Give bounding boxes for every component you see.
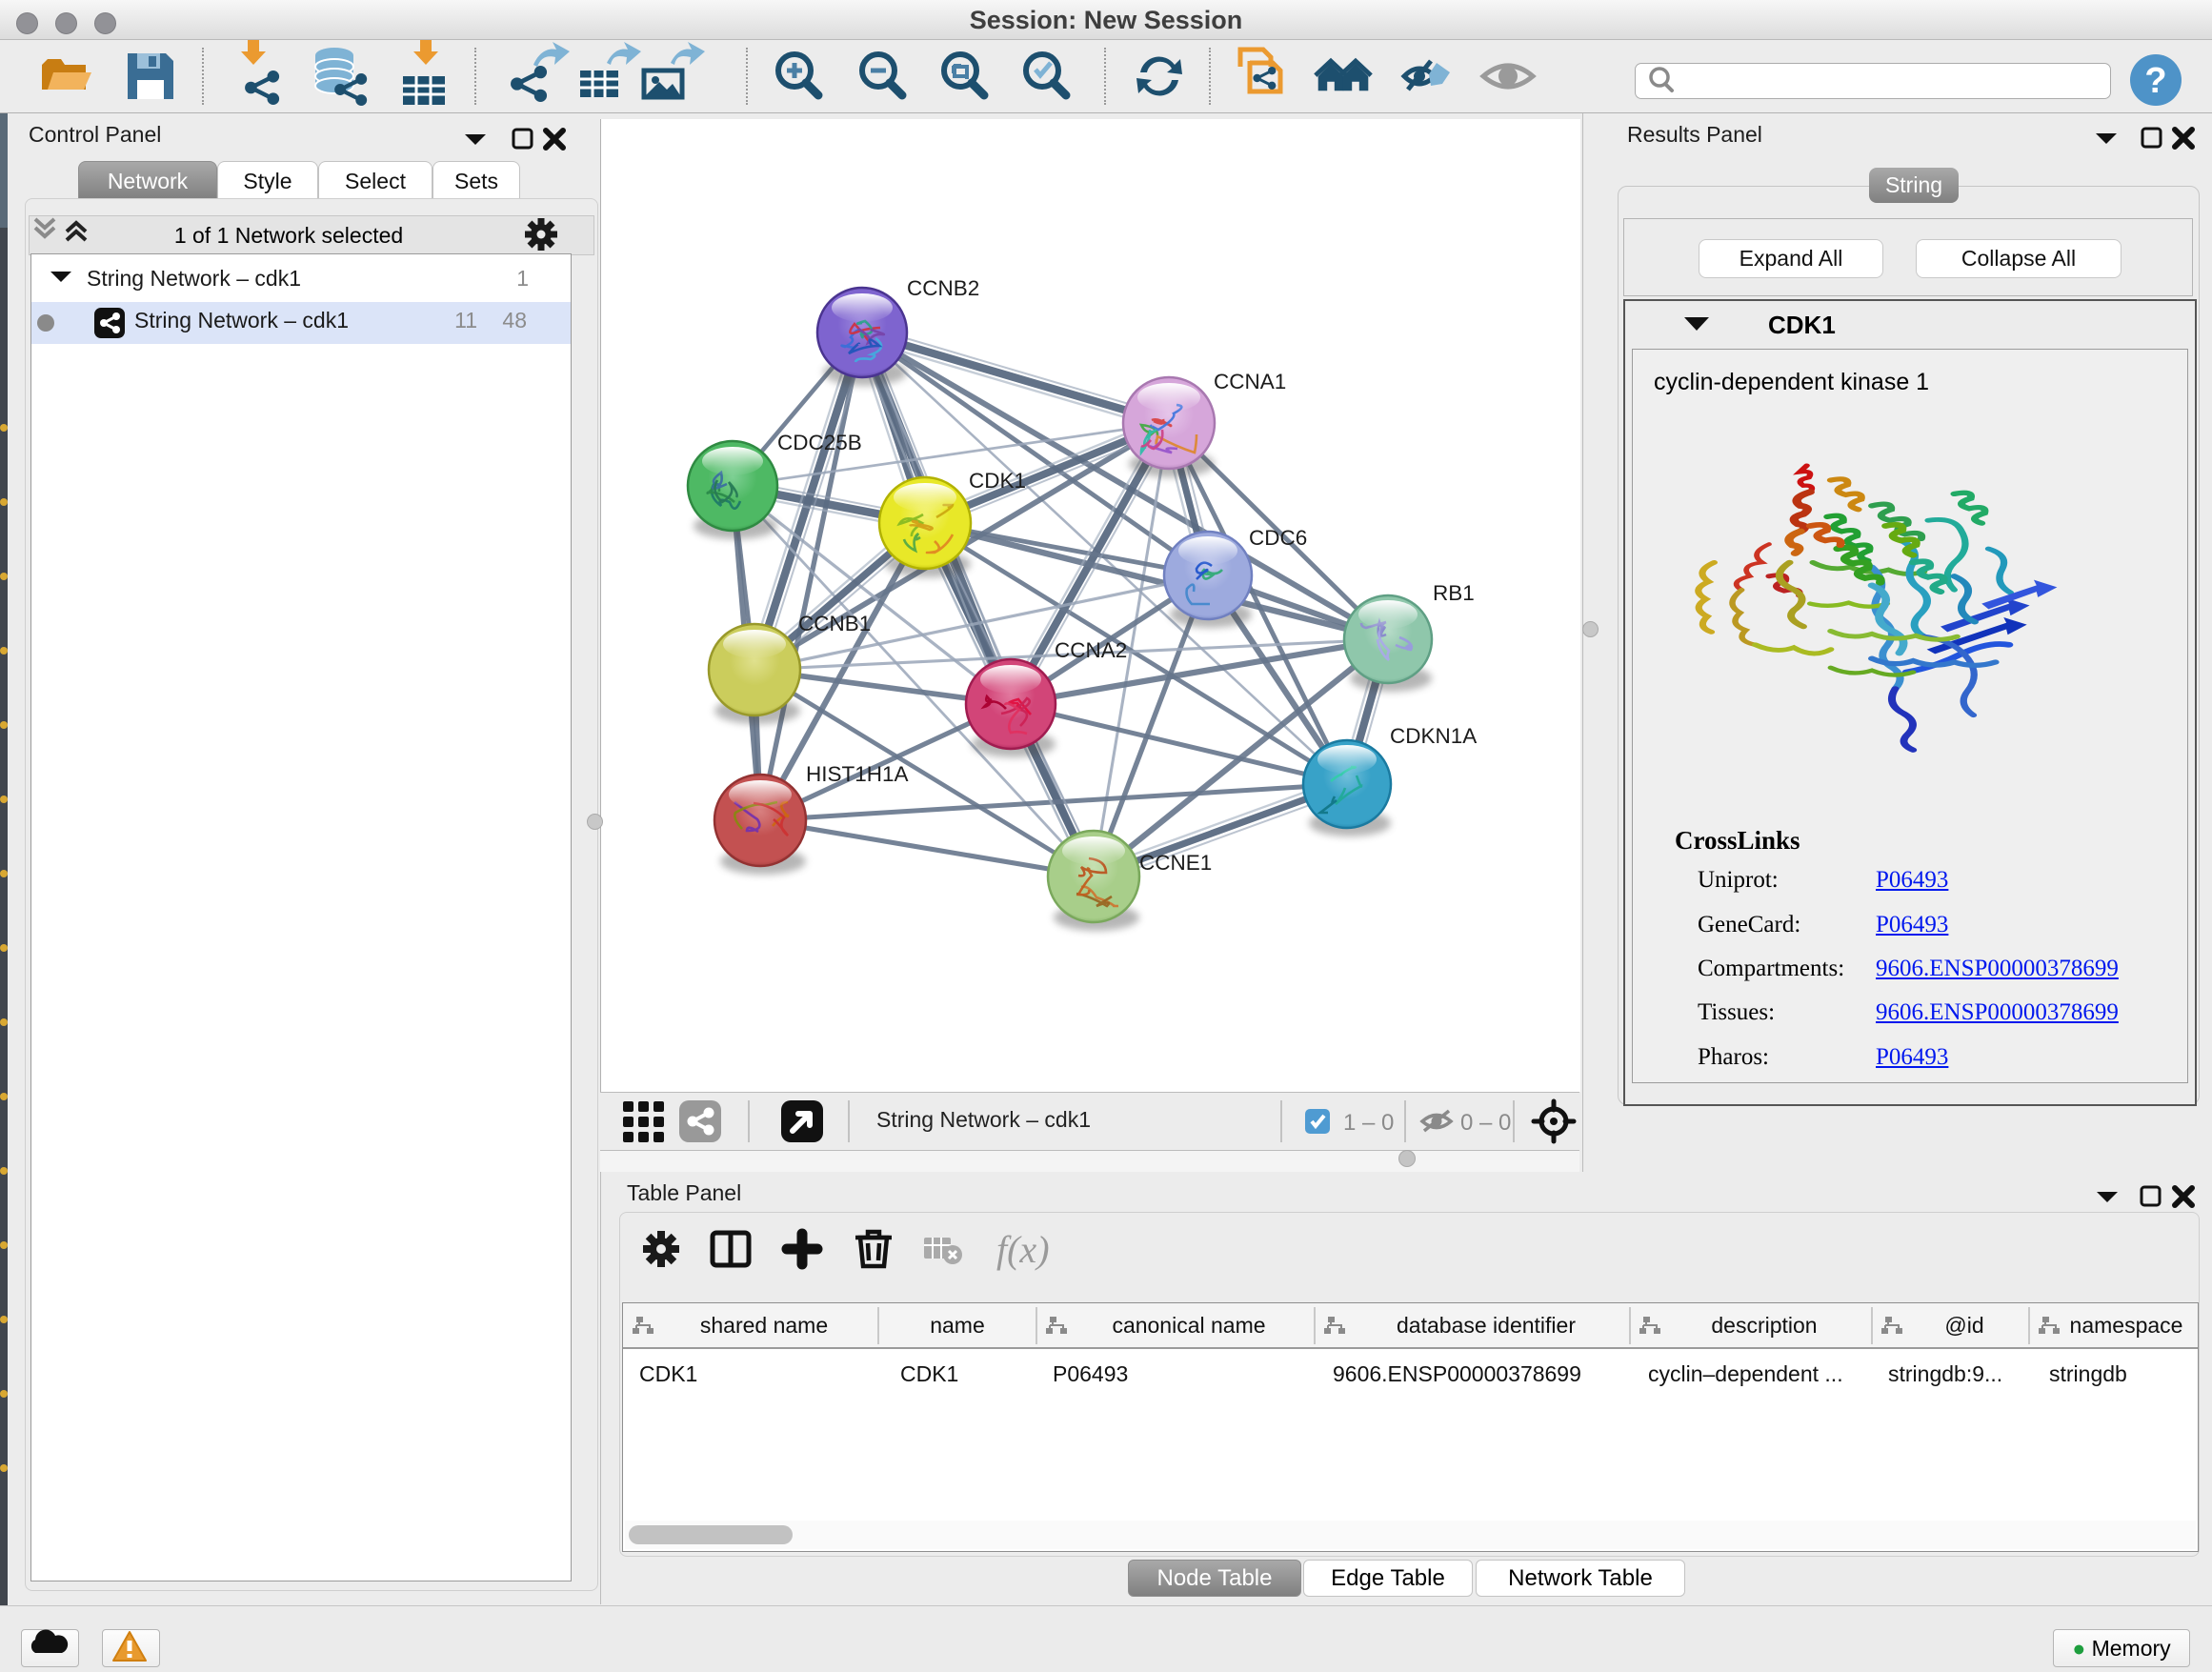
svg-text:CCNA1: CCNA1 xyxy=(1214,370,1286,393)
svg-text:0 – 0: 0 – 0 xyxy=(1460,1110,1511,1136)
svg-text:stringdb:9...: stringdb:9... xyxy=(1888,1361,2002,1386)
svg-text:shared name: shared name xyxy=(700,1313,828,1338)
svg-text:HIST1H1A: HIST1H1A xyxy=(806,762,909,786)
svg-text:cyclin–dependent ...: cyclin–dependent ... xyxy=(1648,1361,1843,1386)
svg-text:@id: @id xyxy=(1944,1313,1983,1338)
svg-text:description: description xyxy=(1711,1313,1817,1338)
svg-text:P06493: P06493 xyxy=(1053,1361,1128,1386)
svg-text:database identifier: database identifier xyxy=(1397,1313,1576,1338)
svg-text:?: ? xyxy=(2144,61,2166,101)
svg-text:namespace: namespace xyxy=(2070,1313,2183,1338)
svg-text:1 – 0: 1 – 0 xyxy=(1343,1110,1394,1136)
svg-text:CDK1: CDK1 xyxy=(900,1361,958,1386)
svg-text:name: name xyxy=(930,1313,985,1338)
svg-text:CDC25B: CDC25B xyxy=(777,431,862,454)
svg-text:CDK1: CDK1 xyxy=(969,469,1026,493)
svg-text:f(x): f(x) xyxy=(996,1228,1050,1271)
svg-text:stringdb: stringdb xyxy=(2049,1361,2127,1386)
svg-text:CCNA2: CCNA2 xyxy=(1055,638,1127,662)
svg-text:CDKN1A: CDKN1A xyxy=(1390,724,1477,748)
svg-text:CCNE1: CCNE1 xyxy=(1139,851,1212,875)
svg-text:CCNB2: CCNB2 xyxy=(907,276,979,300)
svg-text:canonical name: canonical name xyxy=(1112,1313,1265,1338)
svg-text:9606.ENSP00000378699: 9606.ENSP00000378699 xyxy=(1333,1361,1581,1386)
svg-text:RB1: RB1 xyxy=(1433,581,1475,605)
svg-text:CCNB1: CCNB1 xyxy=(798,612,871,635)
svg-text:CDK1: CDK1 xyxy=(639,1361,697,1386)
svg-text:CDC6: CDC6 xyxy=(1249,526,1307,550)
